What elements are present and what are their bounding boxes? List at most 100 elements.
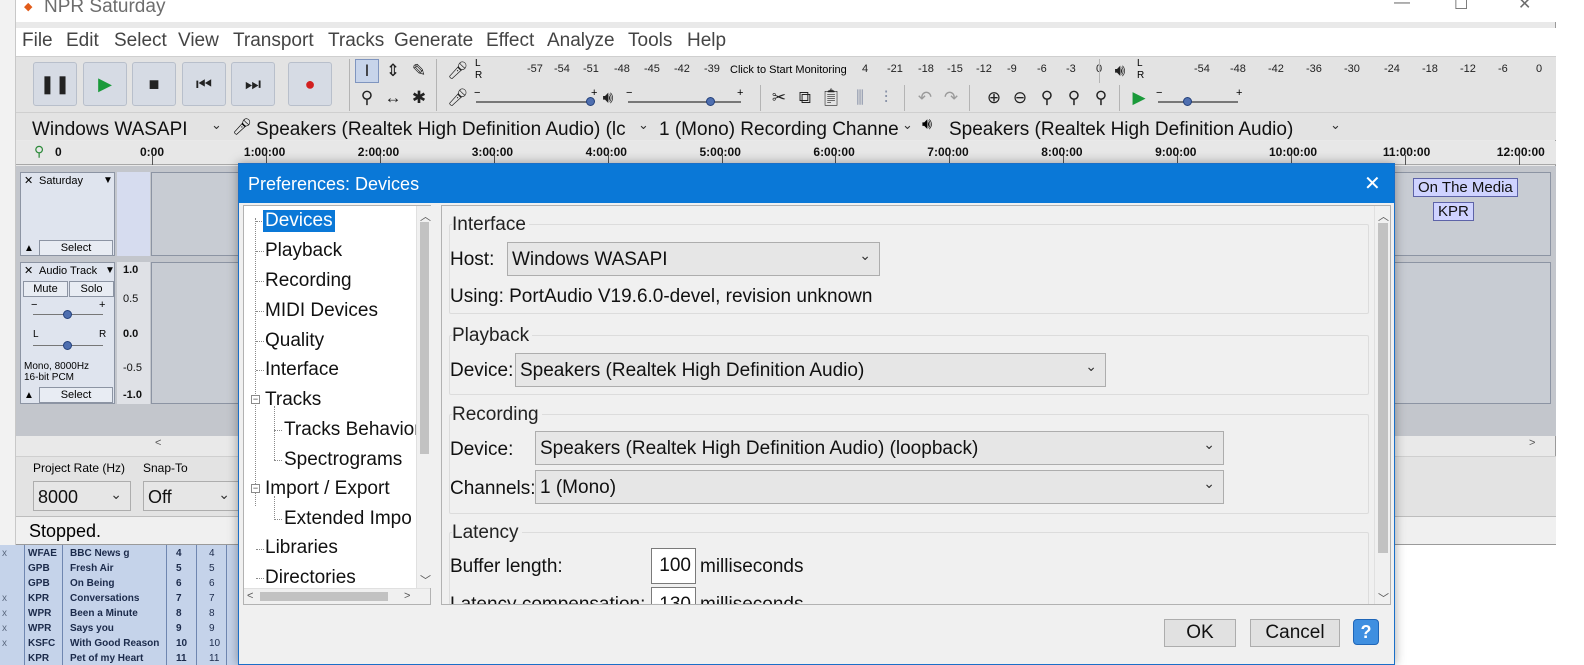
zoom-toggle-button[interactable]: ⚲ xyxy=(1089,86,1113,110)
close-button[interactable]: ✕ xyxy=(1518,0,1531,14)
tree-item-midi-devices[interactable]: MIDI Devices xyxy=(265,300,378,322)
recording-device-dropdown[interactable]: Speakers (Realtek High Definition Audio)… xyxy=(256,119,626,140)
paste-button[interactable]: 📋︎ xyxy=(819,86,843,110)
silence-button[interactable]: ⫶ xyxy=(874,86,898,110)
audio-track-collapse-icon[interactable]: ▲ xyxy=(24,390,34,401)
tree-item-directories[interactable]: Directories xyxy=(265,567,356,589)
mute-button[interactable]: Mute xyxy=(23,281,68,297)
stop-button[interactable]: ■ xyxy=(132,62,176,106)
scroll-left-icon[interactable]: < xyxy=(155,437,161,449)
label-track-name[interactable]: Saturday xyxy=(39,175,83,187)
cut-button[interactable]: ✂ xyxy=(767,86,791,110)
tree-hscroll-thumb[interactable] xyxy=(260,592,388,601)
tree-item-interface[interactable]: Interface xyxy=(265,359,339,381)
tree-item-libraries[interactable]: Libraries xyxy=(265,537,338,559)
menu-view[interactable]: View xyxy=(178,30,219,52)
time-shift-tool[interactable]: ↔ xyxy=(381,86,405,110)
menu-transport[interactable]: Transport xyxy=(233,30,314,52)
minimize-button[interactable]: — xyxy=(1394,0,1410,12)
audio-track-close-icon[interactable]: ✕ xyxy=(24,264,33,277)
zoom-out-button[interactable]: ⊖ xyxy=(1008,86,1032,110)
tree-vertical-scrollbar[interactable]: ︿ ﹀ xyxy=(416,206,431,588)
copy-button[interactable]: ⧉ xyxy=(793,86,817,110)
solo-button[interactable]: Solo xyxy=(69,281,114,297)
tree-item-import-export[interactable]: Import / Export xyxy=(265,478,390,500)
tree-item-quality[interactable]: Quality xyxy=(265,330,324,352)
tree-item-spectrograms[interactable]: Spectrograms xyxy=(284,449,402,471)
tree-horizontal-scrollbar[interactable]: < > xyxy=(244,588,430,604)
redo-button[interactable]: ↷ xyxy=(939,86,963,110)
recording-volume-slider[interactable] xyxy=(476,101,591,103)
panel-scroll-down-icon[interactable]: ﹀ xyxy=(1378,590,1389,604)
label-kpr[interactable]: KPR xyxy=(1433,202,1474,221)
pan-thumb[interactable] xyxy=(63,341,72,350)
play-button[interactable]: ▶ xyxy=(83,62,127,106)
pin-head-icon[interactable]: ⚲ xyxy=(34,143,44,160)
channels-dropdown[interactable]: 1 (Mono) Recording Channe xyxy=(659,119,899,140)
host-dropdown[interactable]: Windows WASAPI xyxy=(32,119,188,140)
undo-button[interactable]: ↶ xyxy=(913,86,937,110)
zoom-in-button[interactable]: ⊕ xyxy=(982,86,1006,110)
tree-scroll-left-icon[interactable]: < xyxy=(247,590,253,602)
envelope-tool[interactable]: ⇕ xyxy=(381,59,405,83)
play-speed-slider[interactable] xyxy=(1158,101,1238,103)
pause-button[interactable]: ❚❚ xyxy=(33,62,77,106)
menu-analyze[interactable]: Analyze xyxy=(547,30,615,52)
record-meter-prompt[interactable]: Click to Start Monitoring xyxy=(730,64,847,76)
menu-effect[interactable]: Effect xyxy=(486,30,534,52)
tree-item-recording[interactable]: Recording xyxy=(265,270,352,292)
fit-project-button[interactable]: ⚲ xyxy=(1062,86,1086,110)
snap-to-combo[interactable]: Off ⌄ xyxy=(143,481,239,511)
tree-item-extended-import[interactable]: Extended Impo xyxy=(284,508,412,530)
skip-to-start-button[interactable]: ⏮ xyxy=(182,62,226,106)
import-export-collapse-icon[interactable]: − xyxy=(251,484,260,493)
label-on-the-media[interactable]: On The Media xyxy=(1413,178,1518,197)
label-track-menu-chevron-icon[interactable]: ▼ xyxy=(103,175,113,186)
menu-generate[interactable]: Generate xyxy=(394,30,473,52)
trim-button[interactable]: ⫼ xyxy=(848,86,872,110)
buffer-length-input[interactable]: 100 xyxy=(651,548,696,584)
playback-device-select[interactable]: Speakers (Realtek High Definition Audio)… xyxy=(515,353,1106,387)
project-rate-combo[interactable]: 8000 ⌄ xyxy=(33,481,131,511)
latency-compensation-input[interactable]: -130 xyxy=(651,587,696,604)
record-meter-button[interactable]: 🎤︎ xyxy=(446,59,470,83)
tree-scroll-down-icon[interactable]: ﹀ xyxy=(420,572,431,588)
host-select[interactable]: Windows WASAPI ⌄ xyxy=(507,242,880,276)
label-track-collapse-icon[interactable]: ▲ xyxy=(24,243,34,254)
scroll-right-icon[interactable]: > xyxy=(1529,437,1535,449)
maximize-button[interactable]: ☐ xyxy=(1454,0,1468,14)
label-track-select-button[interactable]: Select xyxy=(39,240,113,256)
label-track-close-icon[interactable]: ✕ xyxy=(24,174,33,187)
gain-thumb[interactable] xyxy=(63,310,72,319)
record-button[interactable]: ● xyxy=(288,62,332,106)
draw-tool[interactable]: ✎ xyxy=(407,59,431,83)
menu-select[interactable]: Select xyxy=(114,30,167,52)
multi-tool[interactable]: ✱ xyxy=(407,86,431,110)
menu-tools[interactable]: Tools xyxy=(628,30,672,52)
help-button[interactable]: ? xyxy=(1353,619,1379,645)
tree-item-tracks[interactable]: Tracks xyxy=(265,389,321,411)
tree-scroll-thumb[interactable] xyxy=(420,222,429,454)
cancel-button[interactable]: Cancel xyxy=(1250,619,1340,647)
menu-edit[interactable]: Edit xyxy=(66,30,99,52)
channels-select[interactable]: 1 (Mono) ⌄ xyxy=(535,470,1224,504)
recording-device-select[interactable]: Speakers (Realtek High Definition Audio)… xyxy=(535,431,1224,465)
tree-scroll-right-icon[interactable]: > xyxy=(404,590,410,602)
playback-volume-thumb[interactable] xyxy=(706,97,715,106)
panel-vertical-scrollbar[interactable]: ︿ ﹀ xyxy=(1374,206,1390,604)
selection-tool[interactable]: I xyxy=(355,59,379,83)
play-meter-button[interactable]: 🔊︎ xyxy=(1108,59,1132,83)
playback-device-dropdown[interactable]: Speakers (Realtek High Definition Audio) xyxy=(949,119,1293,140)
dialog-close-button[interactable]: ✕ xyxy=(1364,171,1381,196)
ok-button[interactable]: OK xyxy=(1164,619,1236,647)
menu-tracks[interactable]: Tracks xyxy=(328,30,384,52)
audio-track-select-button[interactable]: Select xyxy=(39,387,113,403)
audio-track-menu-chevron-icon[interactable]: ▼ xyxy=(105,265,115,276)
audio-track-name[interactable]: Audio Track xyxy=(39,265,97,277)
fit-selection-button[interactable]: ⚲ xyxy=(1035,86,1059,110)
zoom-tool[interactable]: ⚲ xyxy=(355,86,379,110)
tracks-collapse-icon[interactable]: − xyxy=(251,395,260,404)
panel-scroll-up-icon[interactable]: ︿ xyxy=(1378,208,1389,224)
menu-help[interactable]: Help xyxy=(687,30,726,52)
tree-item-tracks-behaviors[interactable]: Tracks Behavior xyxy=(284,419,421,441)
